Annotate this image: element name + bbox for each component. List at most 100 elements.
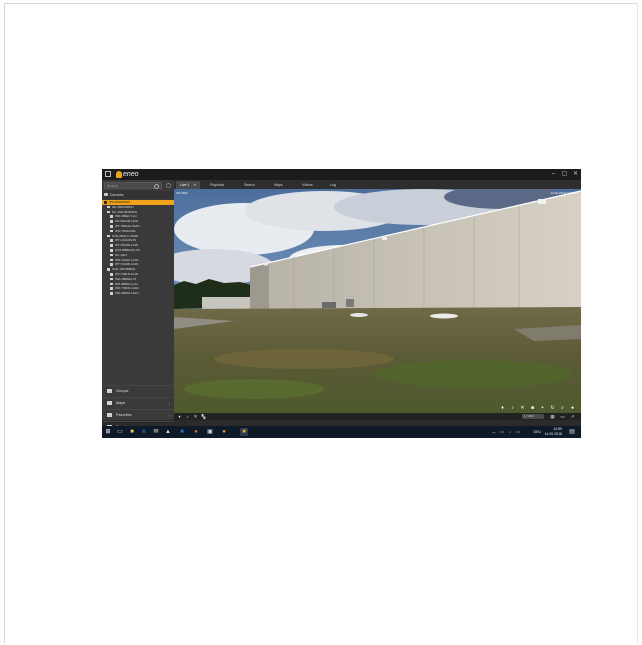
- search-input[interactable]: Search: [104, 182, 162, 189]
- title-bar: eneo – ▢ ✕: [102, 169, 581, 180]
- camera-icon: [110, 253, 113, 257]
- app-icon[interactable]: ●: [220, 428, 228, 436]
- camera-icon: [107, 205, 110, 209]
- layout-grid-icon[interactable]: ▦: [550, 414, 555, 419]
- tab-playback[interactable]: Playback: [210, 181, 224, 189]
- camera-icon: [110, 224, 113, 228]
- nav-item-maps[interactable]: Maps ›: [102, 397, 174, 409]
- tab-search[interactable]: Search: [244, 181, 255, 189]
- record-icon[interactable]: +: [540, 406, 545, 411]
- nav-label: Groups: [116, 389, 129, 393]
- camera-icon: [110, 220, 113, 223]
- logo-icon: [116, 171, 122, 178]
- nav-item-favorites[interactable]: Favorites ›: [102, 409, 174, 421]
- star-icon: [107, 413, 112, 417]
- search-placeholder: Search: [107, 184, 119, 188]
- eneo-app-icon[interactable]: ■: [240, 428, 248, 436]
- snapshot-icon[interactable]: ■: [530, 406, 535, 411]
- tab-live-1[interactable]: Live 1 ✕: [176, 181, 201, 189]
- device-item[interactable]: IND-08D00-1A4N: [102, 291, 174, 296]
- minimize-button[interactable]: –: [549, 169, 558, 180]
- app-logo: eneo: [123, 171, 139, 178]
- microphone-icon[interactable]: ♦: [500, 406, 505, 411]
- layout-selector[interactable]: 1 / 16 ▾: [522, 414, 544, 419]
- devices-header[interactable]: Devices: [102, 191, 174, 199]
- menu-icon[interactable]: [105, 171, 111, 177]
- tray-chevron-icon[interactable]: ︿: [490, 428, 498, 436]
- nav-item-groups[interactable]: Groups: [102, 385, 174, 397]
- camera-icon: [107, 210, 110, 214]
- tab-label: Maps: [274, 183, 283, 187]
- camera-icon: [110, 263, 113, 266]
- camera-icon: [107, 234, 110, 238]
- camera-icon: [110, 277, 113, 281]
- device-list: IPC-D83150W0 HD-180A060DU NC-T08-A84M3AN IN…: [102, 200, 174, 296]
- camera-name: IPC-D83: [176, 191, 188, 195]
- devices-label: Devices: [110, 193, 124, 197]
- close-icon[interactable]: ✕: [193, 183, 196, 187]
- camera-icon: [110, 239, 113, 242]
- gear-icon[interactable]: [166, 183, 171, 188]
- pin-icon[interactable]: ↗: [570, 414, 575, 419]
- camera-icon: [110, 287, 113, 290]
- close-button[interactable]: ✕: [571, 169, 580, 180]
- device-label: IND-08D00-1A4N: [115, 291, 139, 296]
- tab-label: Log: [330, 183, 336, 187]
- camera-icon: [110, 272, 113, 276]
- microphone-icon[interactable]: ♦: [177, 414, 182, 419]
- keyboard-icon[interactable]: ▭: [514, 428, 522, 436]
- folder-icon[interactable]: ■: [128, 428, 136, 436]
- camera-icon: [110, 229, 113, 233]
- refresh-icon[interactable]: ↻: [550, 406, 555, 411]
- screenshot: eneo – ▢ ✕ Search Devices IPC-D83150W0 HD…: [102, 169, 581, 438]
- camera-icon: [110, 292, 113, 295]
- windows-start-icon[interactable]: ⊞: [104, 428, 112, 436]
- firefox-icon[interactable]: ●: [192, 428, 200, 436]
- edge-icon[interactable]: e: [140, 428, 148, 436]
- tab-videos[interactable]: Videos: [302, 181, 313, 189]
- camera-icon: [110, 215, 113, 218]
- sidebar: Search Devices IPC-D83150W0 HD-180A060DU N…: [102, 180, 174, 429]
- tray-language[interactable]: DEU: [527, 429, 541, 435]
- camera-icon: [104, 201, 107, 204]
- window-icon[interactable]: ▭: [560, 414, 565, 419]
- network-icon[interactable]: ▭: [498, 428, 506, 436]
- camera-icon: [110, 244, 113, 247]
- speaker-icon[interactable]: ♪: [510, 406, 515, 411]
- grid-icon[interactable]: ▚: [201, 414, 206, 419]
- tray-date[interactable]: 14.09.2018: [542, 431, 562, 437]
- notification-icon[interactable]: ▤: [568, 428, 576, 436]
- tab-maps[interactable]: Maps: [274, 181, 283, 189]
- tab-label: Playback: [210, 183, 225, 187]
- layout-label: 1 / 16 ▾: [524, 414, 534, 418]
- nav-label: Maps: [116, 401, 126, 405]
- camera-view[interactable]: IPC-D83 14.09.2018 14:59:13 ♦ ♪ ✕ ■ + ↻ …: [174, 189, 581, 413]
- fullscreen-icon[interactable]: ✕: [193, 414, 198, 419]
- tab-log[interactable]: Log: [330, 181, 336, 189]
- maximize-button[interactable]: ▢: [560, 169, 569, 180]
- word-icon[interactable]: ■: [178, 428, 186, 436]
- camera-icon: [110, 258, 113, 262]
- ptz-icon[interactable]: ✕: [520, 406, 525, 411]
- tab-label: Search: [244, 183, 256, 187]
- folder-icon: [107, 389, 112, 393]
- nav-label: Favorites: [116, 413, 132, 417]
- controls-bar: ♦ ♪ ✕ ▚ 1 / 16 ▾ ▦ ▭ ↗: [174, 413, 581, 420]
- timestamp: 14.09.2018 14:59:13: [550, 191, 578, 195]
- chevron-right-icon: ›: [168, 401, 170, 406]
- mail-icon[interactable]: ✉: [152, 428, 160, 436]
- camera-icon: [110, 282, 113, 286]
- camera-image: [174, 189, 581, 413]
- search-icon[interactable]: [154, 184, 159, 189]
- map-icon: [107, 401, 112, 405]
- settings-icon[interactable]: ●: [570, 406, 575, 411]
- camera-icon: [110, 248, 113, 252]
- store-icon[interactable]: ▣: [206, 428, 214, 436]
- volume-icon[interactable]: ♪: [506, 428, 514, 436]
- task-view-icon[interactable]: ▭: [116, 428, 124, 436]
- photos-icon[interactable]: ▲: [164, 428, 172, 436]
- chevron-right-icon: ›: [168, 413, 170, 418]
- speaker-icon[interactable]: ♪: [185, 414, 190, 419]
- camera-icon: [104, 193, 108, 196]
- zoom-icon[interactable]: ⌕: [560, 406, 565, 411]
